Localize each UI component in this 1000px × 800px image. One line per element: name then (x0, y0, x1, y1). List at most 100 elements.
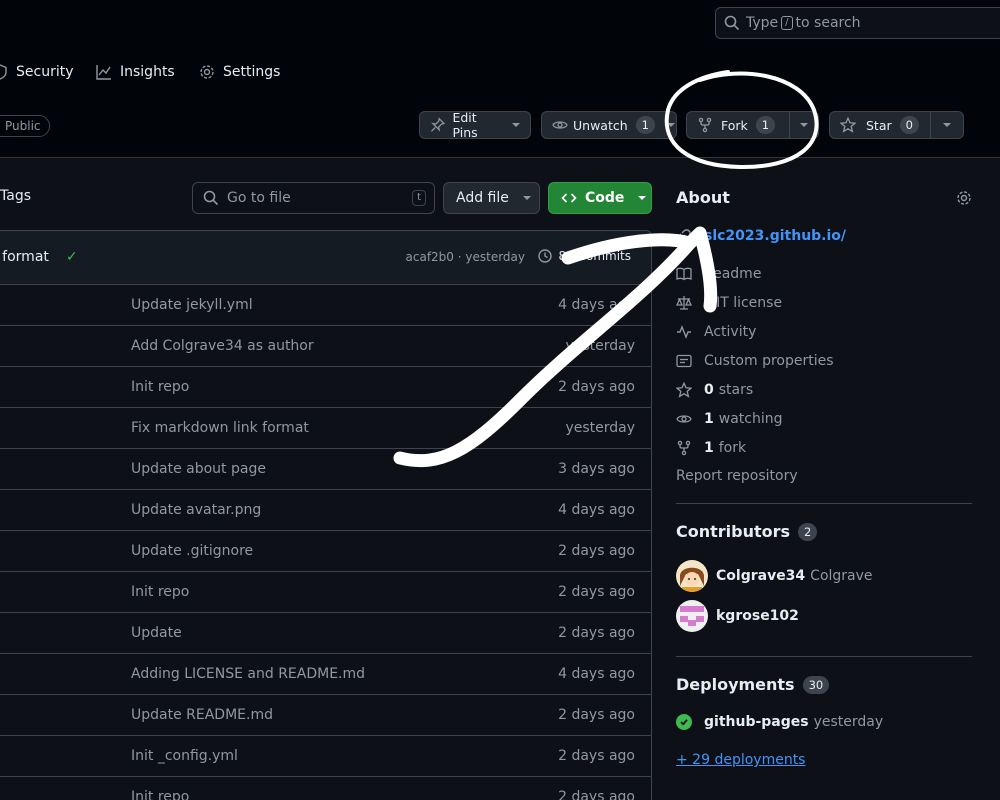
unwatch-button[interactable]: Unwatch 1 (541, 111, 677, 139)
commit-message-link[interactable]: Init _config.yml (131, 748, 238, 764)
commit-message-link[interactable]: Update README.md (131, 707, 273, 723)
edit-pins-label: Edit Pins (452, 110, 478, 140)
table-row[interactable]: Update avatar.png 4 days ago (0, 490, 651, 531)
stars-label: stars (718, 382, 754, 398)
commit-time: 2 days ago (558, 379, 635, 395)
note-icon (676, 354, 692, 368)
book-icon (676, 267, 692, 281)
homepage-url: slc2023.github.io/ (704, 228, 847, 244)
gear-icon[interactable] (956, 190, 972, 206)
report-repository-link[interactable]: Report repository (676, 468, 798, 484)
pulse-icon (677, 325, 691, 339)
star-count: 0 (899, 116, 919, 134)
custom-properties-label: Custom properties (704, 353, 834, 369)
custom-properties-link[interactable]: Custom properties (676, 353, 834, 369)
edit-pins-button[interactable]: Edit Pins (419, 110, 531, 140)
commit-message-link[interactable]: Update (131, 625, 182, 641)
stars-count: 0 (704, 382, 714, 398)
table-row[interactable]: Add Colgrave34 as author yesterday (0, 326, 651, 367)
forks-link[interactable]: 1 fork (676, 440, 746, 456)
latest-commit-hash[interactable]: acaf2b0 · yesterday (406, 250, 525, 264)
table-row[interactable]: Update jekyll.yml 4 days ago (0, 285, 651, 326)
visibility-badge: Public (0, 115, 50, 137)
table-row[interactable]: Fix markdown link format yesterday (0, 408, 651, 449)
history-icon (537, 249, 552, 263)
contributors-title: Contributors (676, 522, 791, 541)
table-row[interactable]: Init repo 2 days ago (0, 777, 651, 800)
fork-icon (677, 440, 691, 456)
table-row[interactable]: Update 2 days ago (0, 613, 651, 654)
activity-link[interactable]: Activity (676, 324, 756, 340)
star-list-button[interactable] (931, 112, 963, 138)
fork-label: Fork (721, 117, 748, 133)
global-search-input[interactable]: Type / to search (715, 7, 1000, 39)
license-link[interactable]: MIT license (676, 295, 782, 311)
latest-commit-message[interactable]: Fix markdown link format (0, 249, 49, 265)
commit-time: 2 days ago (558, 584, 635, 600)
star-label: Star (866, 117, 892, 133)
pin-icon (431, 117, 446, 132)
commit-message-link[interactable]: Update .gitignore (131, 543, 253, 559)
commits-link[interactable]: 88 Commits (537, 248, 631, 264)
code-button[interactable]: Code (548, 182, 652, 214)
latest-commit-bar: Fix markdown link format ✓ acaf2b0 · yes… (0, 231, 651, 285)
contributors-heading[interactable]: Contributors 2 (676, 522, 818, 541)
table-row[interactable]: Update README.md 2 days ago (0, 695, 651, 736)
code-label: Code (585, 190, 625, 206)
watching-label: watching (718, 411, 783, 427)
watch-count: 1 (635, 116, 655, 134)
fork-label-sidebar: fork (718, 440, 747, 456)
commit-message-link[interactable]: Update avatar.png (131, 502, 261, 518)
table-row[interactable]: Update about page 3 days ago (0, 449, 651, 490)
about-title: About (676, 188, 730, 207)
commit-message-link[interactable]: Init repo (131, 789, 189, 800)
homepage-link[interactable]: slc2023.github.io/ (676, 228, 846, 244)
section-divider (676, 503, 972, 504)
table-row[interactable]: Update .gitignore 2 days ago (0, 531, 651, 572)
star-button[interactable]: Star 0 (829, 111, 964, 139)
watchers-link[interactable]: 1 watching (676, 411, 783, 427)
tab-security[interactable]: Security (0, 60, 74, 84)
table-row[interactable]: Init repo 2 days ago (0, 367, 651, 408)
contributor-item[interactable]: Colgrave34 Colgrave (676, 560, 873, 592)
go-to-file-input[interactable]: Go to file t (192, 182, 435, 214)
chevron-down-icon (943, 123, 951, 127)
tags-link[interactable]: Tags (0, 188, 31, 204)
avatar (676, 600, 708, 632)
commit-message-link[interactable]: Adding LICENSE and README.md (131, 666, 365, 682)
deployments-heading[interactable]: Deployments 30 (676, 675, 830, 694)
table-row[interactable]: Adding LICENSE and README.md 4 days ago (0, 654, 651, 695)
add-file-button[interactable]: Add file (443, 182, 540, 214)
commit-message-link[interactable]: Update about page (131, 461, 266, 477)
fork-icon (698, 117, 712, 133)
law-icon (676, 296, 692, 310)
commit-time: 2 days ago (558, 625, 635, 641)
deployment-item[interactable]: github-pages yesterday (676, 714, 883, 730)
commit-message-link[interactable]: Init repo (131, 379, 189, 395)
more-deployments-link[interactable]: + 29 deployments (676, 752, 805, 768)
table-row[interactable]: Init repo 2 days ago (0, 572, 651, 613)
table-row[interactable]: Init _config.yml 2 days ago (0, 736, 651, 777)
commit-message-link[interactable]: Fix markdown link format (131, 420, 309, 436)
commit-message-link[interactable]: Init repo (131, 584, 189, 600)
eye-icon (552, 121, 568, 129)
contributor-item[interactable]: kgrose102 (676, 600, 804, 632)
chevron-down-icon (800, 123, 808, 127)
stars-link[interactable]: 0 stars (676, 382, 753, 398)
tab-security-label: Security (16, 64, 74, 80)
graph-icon (96, 65, 111, 80)
link-icon (677, 229, 691, 243)
readme-link[interactable]: Readme (676, 266, 761, 282)
tab-settings[interactable]: Settings (199, 60, 280, 84)
avatar-image (676, 560, 708, 592)
fork-button[interactable]: Fork 1 (686, 111, 819, 139)
tab-settings-label: Settings (223, 64, 281, 80)
add-file-label: Add file (456, 190, 509, 206)
search-prefix: Type (746, 15, 779, 31)
watching-count: 1 (704, 411, 714, 427)
fork-menu-button[interactable] (790, 112, 818, 138)
commit-time: 2 days ago (558, 707, 635, 723)
tab-insights[interactable]: Insights (96, 60, 175, 84)
commit-message-link[interactable]: Add Colgrave34 as author (131, 338, 314, 354)
commit-message-link[interactable]: Update jekyll.yml (131, 297, 253, 313)
